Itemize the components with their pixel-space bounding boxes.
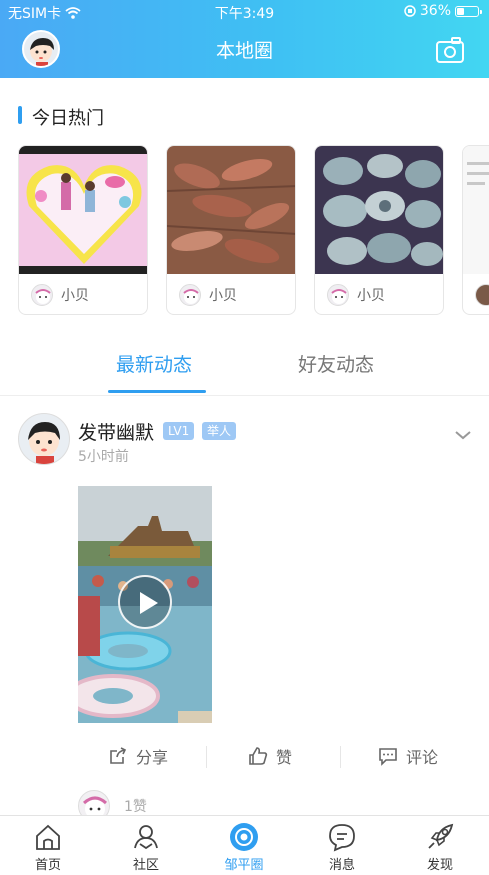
hot-section-title: 今日热门 [18,104,104,129]
kids-heart-frame-image [19,146,147,274]
battery-percent: 36% [419,3,451,19]
hot-list[interactable]: 小贝 小贝 小贝 [18,145,489,315]
hot-author-name: 小贝 [357,288,385,304]
hot-card-image [463,146,489,274]
author-avatar-icon [31,284,53,306]
hot-card[interactable]: 小贝 [166,145,296,315]
tabbar-home[interactable]: 首页 [18,822,78,873]
tabbar-home-label: 首页 [34,858,61,873]
divider [206,746,207,768]
status-bar: 无SIM卡 下午3:49 36% [0,0,489,24]
comment-button[interactable]: 评论 [378,744,438,768]
play-button[interactable] [118,575,172,629]
app-header: 无SIM卡 下午3:49 36% 本地圈 [0,0,489,78]
user-avatar-icon [28,422,60,464]
post-username[interactable]: 发带幽默 [78,418,154,445]
chevron-down-icon [455,431,471,440]
hot-card-image [315,146,443,274]
abalone-image [315,146,443,274]
like-count: 1赞 [124,799,147,815]
crayfish-image [167,146,295,274]
share-label: 分享 [136,748,169,767]
hot-card-image [19,146,147,274]
post-actions: 分享 赞 评论 [78,740,489,774]
hot-card-author: 小贝 [19,274,147,314]
tabbar-community-label: 社区 [132,858,159,873]
post-more-button[interactable] [454,426,472,440]
tabbar-local-circle-label: 邹平圈 [224,858,264,873]
comment-icon [379,748,397,766]
author-avatar-icon [179,284,201,306]
orientation-lock-icon [404,5,416,17]
active-tab-indicator [108,390,206,393]
comment-label: 评论 [406,748,439,767]
hot-card[interactable]: 小贝 [18,145,148,315]
role-badge: 举人 [202,422,237,440]
hot-card-author: 小贝 [167,274,295,314]
hot-author-name: 小贝 [209,288,237,304]
status-right: 36% [404,3,482,19]
hot-card-author [463,274,489,314]
text-post-image [463,146,489,274]
tabbar-discover-label: 发现 [426,858,453,873]
circle-camera-icon [230,823,258,851]
like-label: 赞 [276,748,293,767]
share-icon [110,747,127,764]
community-icon [134,825,158,850]
tabbar-community[interactable]: 社区 [116,822,176,873]
bottom-tab-bar: 首页 社区 邹平圈 消息 发现 [0,815,489,875]
home-icon [36,824,60,850]
tabbar-messages-label: 消息 [328,858,355,873]
share-button[interactable]: 分享 [108,744,168,768]
hot-card-author: 小贝 [315,274,443,314]
thumbs-up-icon [249,747,268,765]
page-title: 本地圈 [215,40,273,62]
tabbar-messages[interactable]: 消息 [312,822,372,873]
hot-card[interactable] [462,145,489,315]
tabbar-local-circle[interactable]: 邹平圈 [214,822,274,873]
battery-icon [455,5,482,17]
post-video[interactable] [78,486,212,723]
post-time: 5小时前 [78,449,129,465]
hot-author-name: 小贝 [61,288,89,304]
rocket-icon [428,823,454,849]
author-avatar-icon [475,284,489,306]
post-author-avatar[interactable] [18,413,70,465]
camera-icon [436,37,464,63]
message-icon [329,824,355,852]
level-badge: LV1 [163,422,195,440]
hot-card-image [167,146,295,274]
divider [340,746,341,768]
battery-fill [457,7,464,15]
tab-latest[interactable]: 最新动态 [116,350,192,377]
camera-button[interactable] [435,36,465,64]
author-avatar-icon [327,284,349,306]
hot-card[interactable]: 小贝 [314,145,444,315]
feed-tabs: 最新动态 好友动态 [0,340,489,396]
tabbar-discover[interactable]: 发现 [410,822,470,873]
tab-friends[interactable]: 好友动态 [298,350,374,377]
like-button[interactable]: 赞 [248,744,292,768]
